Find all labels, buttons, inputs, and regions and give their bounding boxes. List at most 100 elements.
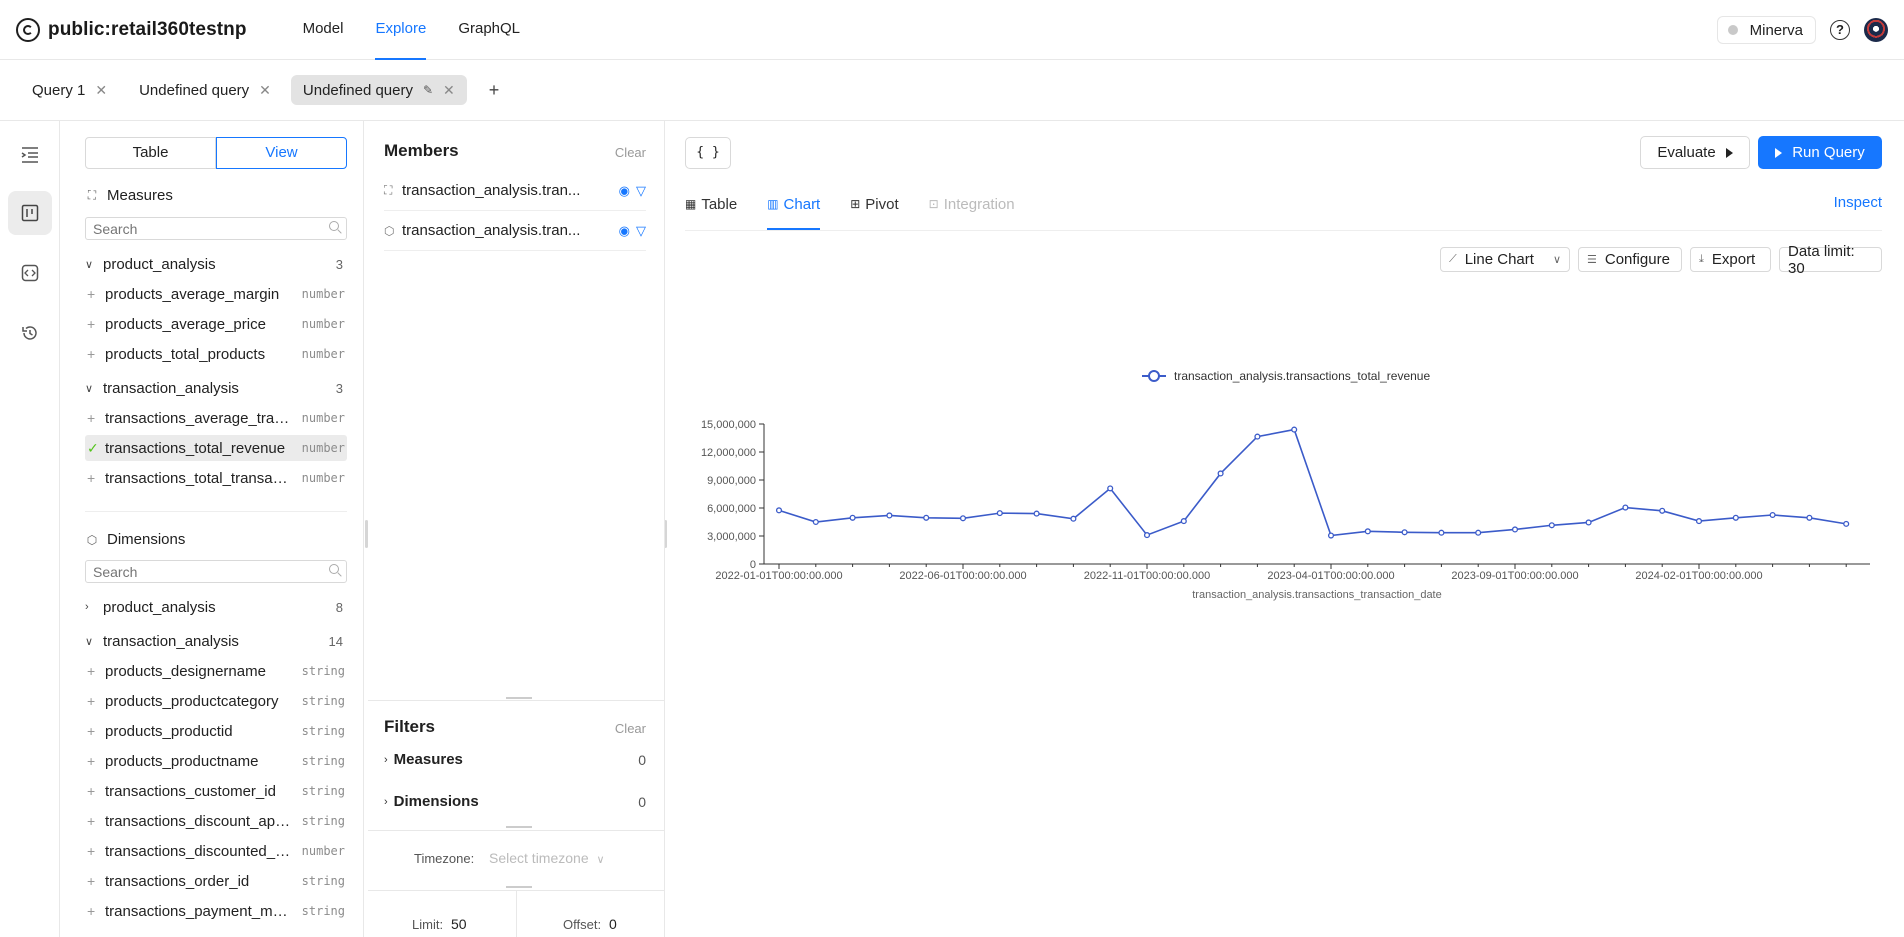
data-point (1659, 507, 1666, 514)
member-item-selected[interactable]: ✓ transactions_total_revenue number (85, 435, 347, 461)
code-icon[interactable] (8, 251, 52, 295)
close-icon[interactable]: ✕ (259, 82, 271, 99)
run-query-button[interactable]: Run Query (1758, 136, 1882, 169)
dimensions-section-title: ⬡ Dimensions (85, 531, 186, 548)
resize-grip[interactable] (506, 826, 532, 828)
dimensions-search (69, 560, 364, 584)
data-limit-button[interactable]: Data limit: 30 (1779, 243, 1882, 277)
measure-group-transaction-analysis[interactable]: ∨ transaction_analysis 3 (85, 375, 347, 401)
eye-icon[interactable]: ◉ (619, 223, 630, 239)
dimensions-search-input[interactable] (85, 560, 347, 583)
member-item[interactable]: + products_total_products number (85, 341, 347, 367)
dimension-group-transaction-analysis[interactable]: ∨ transaction_analysis 14 (85, 628, 347, 654)
filter-icon[interactable]: ▽ (636, 183, 646, 199)
filter-dimensions-row[interactable]: › Dimensions 0 (384, 793, 646, 810)
query-tab[interactable]: Undefined query ✕ (127, 75, 283, 105)
tab-integration[interactable]: ⊡ Integration (929, 187, 1015, 221)
member-item[interactable]: + products_designername string (85, 658, 347, 684)
chevron-down-icon: ∨ (85, 635, 94, 648)
selected-member[interactable]: ⛶ transaction_analysis.tran... ◉ ▽ (384, 171, 646, 211)
query-tab-active[interactable]: Undefined query ✎ ✕ (290, 75, 467, 105)
plus-icon: + (87, 470, 96, 486)
member-item[interactable]: + transactions_discounted_a... number (85, 838, 347, 864)
filters-clear-link[interactable]: Clear (615, 721, 646, 736)
evaluate-button[interactable]: Evaluate (1640, 136, 1750, 169)
member-item[interactable]: + transactions_discount_appl... string (85, 808, 347, 834)
data-point (775, 507, 783, 514)
x-tick-label: 2023-09-01T00:00:00.000 (1451, 570, 1578, 582)
line-chart-icon: ⟋ (1449, 253, 1457, 265)
group-name: product_analysis (103, 598, 216, 616)
close-icon[interactable]: ✕ (443, 82, 455, 99)
member-item[interactable]: + transactions_payment_met... string (85, 898, 347, 924)
json-query-button[interactable]: { } (685, 137, 731, 169)
tab-table[interactable]: ▦ Table (685, 187, 737, 221)
dimension-group-product-analysis[interactable]: › product_analysis 8 (85, 594, 347, 620)
members-clear-link[interactable]: Clear (615, 145, 646, 160)
x-tick-label: 2024-02-01T00:00:00.000 (1635, 570, 1762, 582)
toggle-table[interactable]: Table (85, 137, 216, 169)
member-name: transactions_customer_id (105, 782, 276, 800)
filter-icon[interactable]: ▽ (636, 223, 646, 239)
datasource-name: Minerva (1749, 21, 1803, 39)
avatar[interactable] (1864, 18, 1888, 42)
add-tab-icon[interactable]: + (489, 80, 500, 101)
timezone-select[interactable]: Select timezone ∨ (489, 850, 605, 866)
plus-icon: + (87, 813, 96, 829)
resize-grip[interactable] (506, 886, 532, 888)
query-tab-label: Query 1 (32, 81, 86, 99)
tab-pivot[interactable]: ⊞ Pivot (850, 187, 898, 221)
tab-label: Chart (783, 195, 821, 213)
edit-icon[interactable]: ✎ (423, 83, 433, 97)
brand[interactable]: public:retail360testnp (16, 17, 247, 42)
toggle-view[interactable]: View (216, 137, 347, 169)
datasource-selector[interactable]: Minerva (1716, 16, 1816, 44)
sliders-icon: ☰ (1587, 254, 1597, 266)
resize-grip[interactable] (506, 697, 532, 699)
filter-measures-row[interactable]: › Measures 0 (384, 751, 646, 768)
member-item[interactable]: + products_productname string (85, 748, 347, 774)
data-point (1475, 529, 1482, 536)
explore-panel-icon[interactable] (8, 191, 52, 235)
limit-input[interactable]: 50 (451, 916, 467, 932)
member-item[interactable]: + transactions_customer_id string (85, 778, 347, 804)
nav-graphql[interactable]: GraphQL (442, 0, 536, 60)
query-tab-label: Undefined query (302, 81, 413, 99)
collapse-menu-icon[interactable] (8, 133, 52, 177)
member-type: string (301, 664, 345, 678)
download-icon: ⤓ (1699, 253, 1704, 265)
data-point (1180, 518, 1187, 525)
close-icon[interactable]: ✕ (95, 82, 107, 99)
search-icon (329, 564, 339, 574)
measures-search-input[interactable] (85, 217, 347, 240)
nav-model[interactable]: Model (287, 0, 360, 60)
member-name: transaction_analysis.tran... (402, 182, 581, 199)
chevron-right-icon: › (384, 753, 388, 766)
member-item[interactable]: + products_average_margin number (85, 281, 347, 307)
x-tick-label: 2023-04-01T00:00:00.000 (1267, 570, 1394, 582)
chart-legend[interactable]: transaction_analysis.transactions_total_… (1142, 369, 1430, 383)
member-item[interactable]: + products_average_price number (85, 311, 347, 337)
inspect-link[interactable]: Inspect (1834, 194, 1882, 211)
member-name: products_average_margin (105, 285, 280, 303)
group-count: 14 (328, 633, 343, 649)
tab-chart[interactable]: ▥ Chart (767, 187, 821, 230)
query-tab[interactable]: Query 1 ✕ (20, 75, 119, 105)
history-icon[interactable] (8, 311, 52, 355)
member-item[interactable]: + transactions_total_transact... number (85, 465, 347, 491)
configure-button[interactable]: ☰ Configure (1578, 247, 1682, 272)
member-item[interactable]: + transactions_order_id string (85, 868, 347, 894)
offset-input[interactable]: 0 (609, 916, 617, 932)
member-item[interactable]: + products_productid string (85, 718, 347, 744)
data-point (1732, 514, 1739, 521)
export-button[interactable]: ⤓ Export (1690, 247, 1771, 272)
chart-type-select[interactable]: ⟋ Line Chart ∨ (1440, 247, 1570, 272)
member-item[interactable]: + transactions_average_tran... number (85, 405, 347, 431)
member-item[interactable]: + products_productcategory string (85, 688, 347, 714)
x-axis-label: transaction_analysis.transactions_transa… (1192, 589, 1441, 601)
measure-group-product-analysis[interactable]: ∨ product_analysis 3 (85, 251, 347, 277)
nav-explore[interactable]: Explore (359, 0, 442, 60)
eye-icon[interactable]: ◉ (619, 183, 630, 199)
selected-member[interactable]: ⬡ transaction_analysis.tran... ◉ ▽ (384, 211, 646, 251)
help-icon[interactable]: ? (1830, 20, 1850, 40)
